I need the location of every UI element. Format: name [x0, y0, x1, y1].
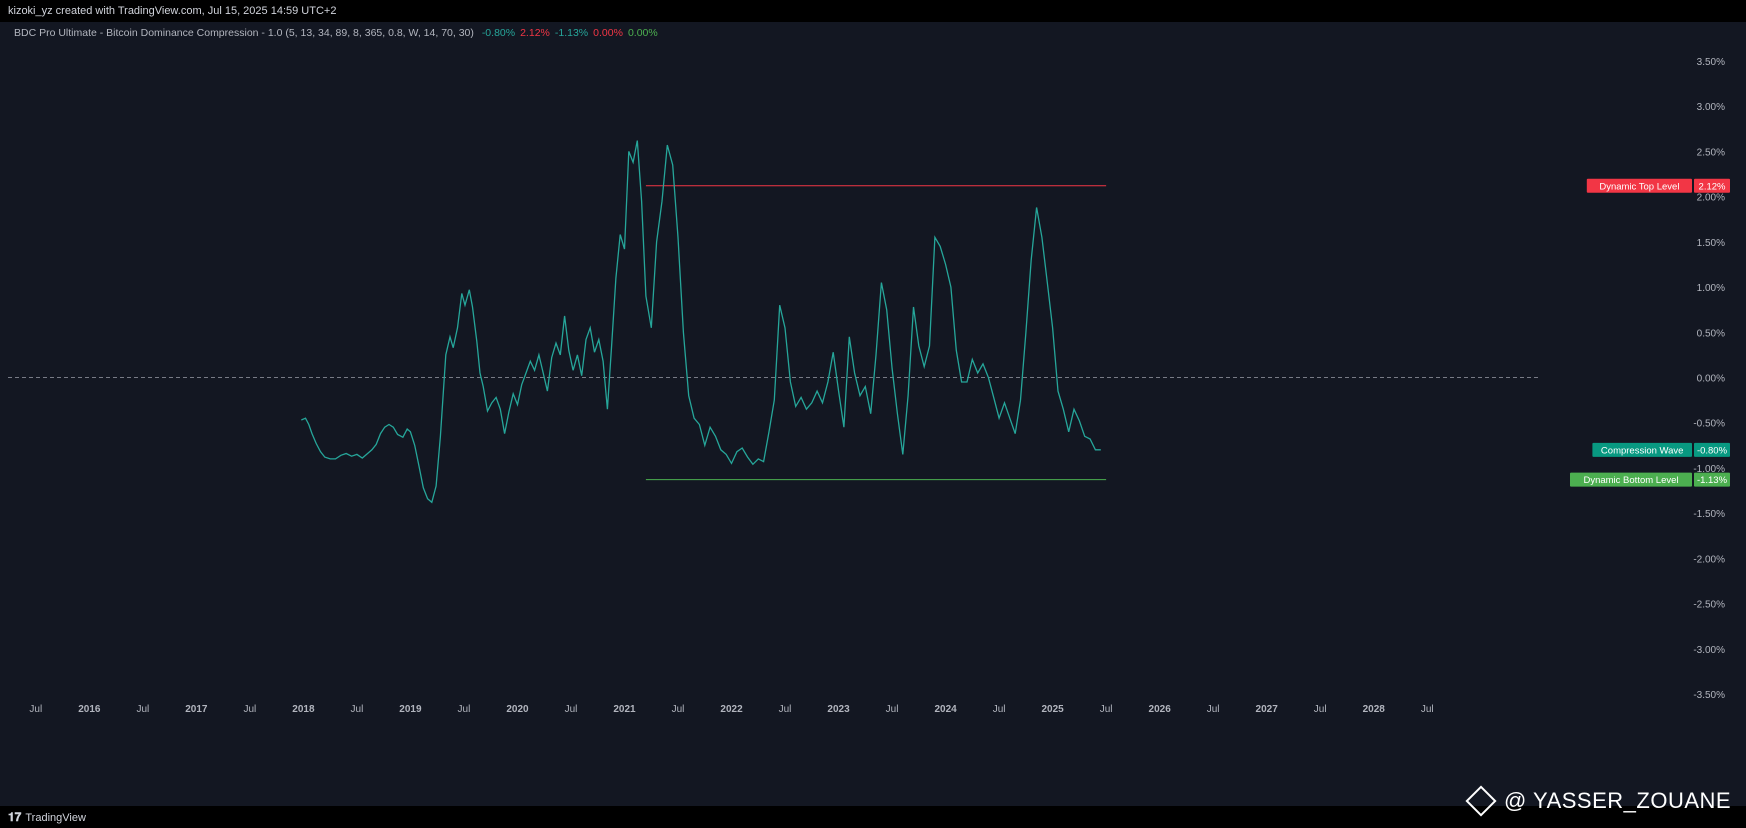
compression-wave-name-label: Compression Wave	[1601, 445, 1684, 456]
x-tick-label: Jul	[1100, 704, 1113, 715]
legend-value-0: -0.80%	[481, 27, 516, 39]
x-tick-label: Jul	[672, 704, 685, 715]
y-tick-label: -0.50%	[1693, 419, 1725, 430]
x-tick-label: 2017	[185, 704, 208, 715]
y-tick-label: -3.00%	[1693, 645, 1725, 656]
x-tick-label: 2025	[1041, 704, 1064, 715]
x-tick-label: Jul	[1314, 704, 1327, 715]
x-tick-label: Jul	[243, 704, 256, 715]
watermark: @ YASSER_ZOUANE	[1465, 785, 1732, 817]
compression-wave-value-label: -0.80%	[1697, 445, 1728, 456]
x-tick-label: Jul	[1207, 704, 1220, 715]
compression-wave-line	[301, 140, 1101, 504]
x-tick-label: 2016	[78, 704, 101, 715]
bottom-level-value-label: -1.13%	[1697, 475, 1728, 486]
bottom-level-name-label: Dynamic Bottom Level	[1583, 475, 1678, 486]
binance-logo-icon	[1465, 785, 1497, 817]
legend-value-4: 0.00%	[627, 27, 658, 39]
y-tick-label: 3.00%	[1697, 102, 1725, 113]
x-tick-label: 2022	[720, 704, 743, 715]
legend-value-1: 2.12%	[520, 27, 550, 39]
top-level-name-label: Dynamic Top Level	[1599, 181, 1679, 192]
y-tick-label: 0.50%	[1697, 328, 1725, 339]
x-tick-label: Jul	[1421, 704, 1434, 715]
indicator-legend[interactable]: BDC Pro Ultimate - Bitcoin Dominance Com…	[14, 27, 668, 39]
legend-value-2: -1.13%	[554, 27, 589, 39]
y-tick-label: 0.00%	[1697, 374, 1725, 385]
x-tick-label: Jul	[779, 704, 792, 715]
x-tick-label: Jul	[886, 704, 899, 715]
y-tick-label: 2.00%	[1697, 193, 1725, 204]
x-tick-label: 2027	[1256, 704, 1279, 715]
header-bar: kizoki_yz created with TradingView.com, …	[0, 0, 1746, 22]
y-tick-label: 2.50%	[1697, 147, 1725, 158]
x-tick-label: 2026	[1149, 704, 1172, 715]
y-tick-label: -2.00%	[1693, 554, 1725, 565]
y-tick-label: -2.50%	[1693, 600, 1725, 611]
top-level-value-label: 2.12%	[1699, 181, 1726, 192]
y-tick-label: 1.00%	[1697, 283, 1725, 294]
x-tick-label: Jul	[993, 704, 1006, 715]
x-tick-label: Jul	[565, 704, 578, 715]
y-tick-label: -3.50%	[1693, 690, 1725, 701]
tradingview-logo[interactable]: 𝟏𝟕 TradingView	[8, 810, 86, 825]
tradingview-logo-icon: 𝟏𝟕	[8, 810, 22, 824]
x-tick-label: 2023	[827, 704, 850, 715]
x-tick-label: 2028	[1363, 704, 1386, 715]
chart-attribution: kizoki_yz created with TradingView.com, …	[8, 5, 337, 17]
indicator-values: -0.80% 2.12% -1.13% 0.00% 0.00%	[482, 27, 663, 39]
tradingview-logo-text: TradingView	[25, 811, 86, 824]
x-tick-label: 2024	[934, 704, 957, 715]
x-tick-label: Jul	[29, 704, 42, 715]
x-tick-label: 2020	[506, 704, 529, 715]
x-tick-label: Jul	[351, 704, 364, 715]
x-tick-label: Jul	[136, 704, 149, 715]
y-tick-label: 1.50%	[1697, 238, 1725, 249]
legend-value-3: 0.00%	[593, 27, 623, 39]
y-tick-label: 3.50%	[1697, 57, 1725, 68]
chart-area[interactable]: 3.50% 3.00% 2.50% 2.00% 1.50% 1.00% 0.50% 0.00%…	[0, 22, 1746, 806]
y-tick-label: -1.50%	[1693, 509, 1725, 520]
x-tick-label: 2018	[292, 704, 315, 715]
x-tick-label: 2019	[399, 704, 422, 715]
x-tick-label: Jul	[458, 704, 471, 715]
watermark-text: @ YASSER_ZOUANE	[1504, 788, 1732, 813]
chart-svg: 3.50% 3.00% 2.50% 2.00% 1.50% 1.00% 0.50% 0.00%…	[8, 57, 1730, 715]
x-tick-label: 2021	[613, 704, 636, 715]
indicator-title: BDC Pro Ultimate - Bitcoin Dominance Com…	[14, 27, 474, 39]
